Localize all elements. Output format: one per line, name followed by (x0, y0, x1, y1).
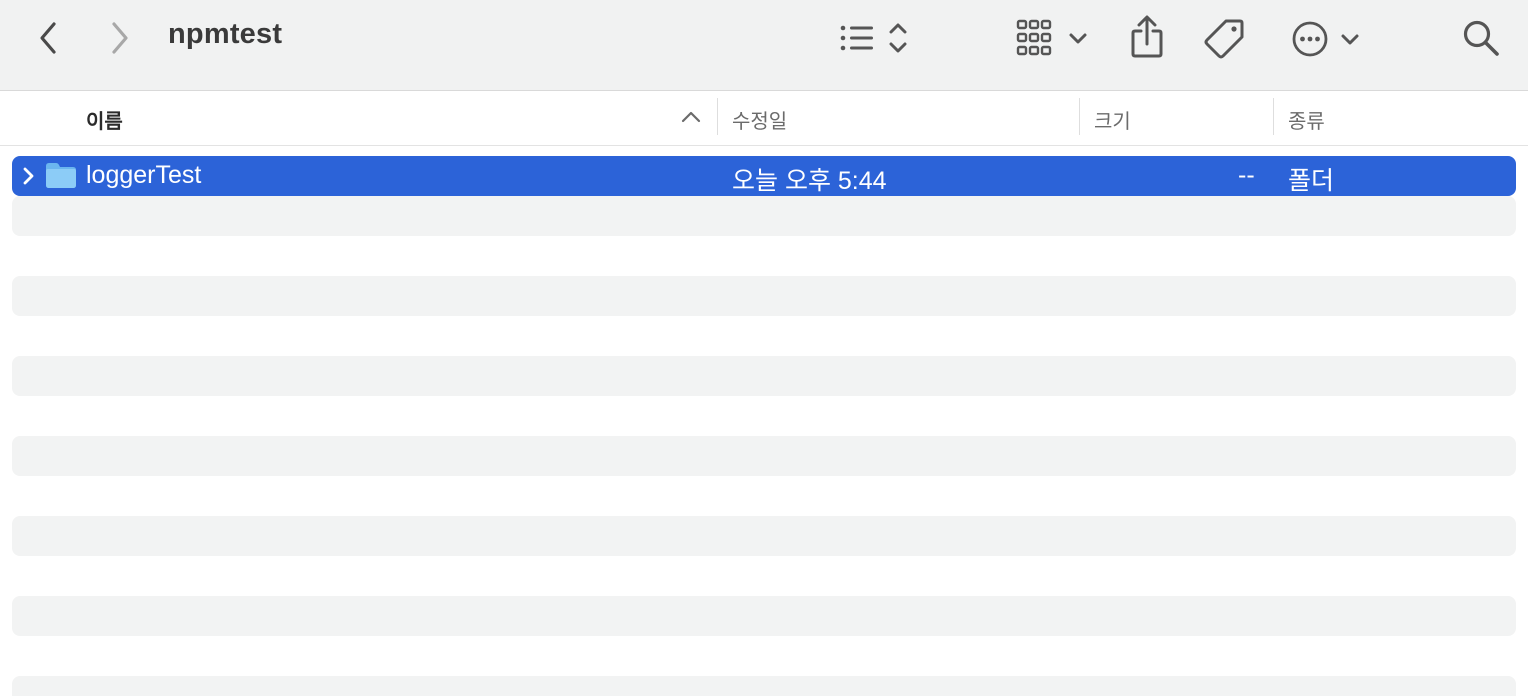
empty-row (12, 196, 1516, 236)
share-icon (1127, 14, 1167, 60)
folder-icon (45, 161, 77, 194)
back-button[interactable] (28, 17, 68, 59)
tag-icon (1204, 17, 1246, 59)
chevron-up-icon[interactable] (680, 110, 702, 129)
chevron-left-icon (36, 20, 60, 56)
grid-group-icon (1012, 18, 1092, 58)
empty-row (12, 436, 1516, 476)
empty-row (12, 516, 1516, 556)
empty-row (12, 396, 1516, 436)
window-title: npmtest (168, 18, 283, 50)
file-kind: 폴더 (1288, 167, 1335, 195)
search-icon (1461, 18, 1501, 58)
column-kind[interactable]: 종류 (1288, 105, 1325, 134)
more-actions-button[interactable] (1288, 14, 1364, 62)
empty-row (12, 276, 1516, 316)
file-size: -- (1238, 161, 1255, 189)
column-name[interactable]: 이름 (86, 105, 123, 134)
tag-button[interactable] (1202, 14, 1248, 62)
column-divider[interactable] (1273, 98, 1274, 135)
disclosure-chevron-icon[interactable] (22, 167, 36, 190)
file-modified: 오늘 오후 5:44 (732, 167, 887, 195)
empty-row (12, 596, 1516, 636)
column-modified[interactable]: 수정일 (732, 105, 787, 134)
share-button[interactable] (1124, 12, 1170, 62)
column-size[interactable]: 크기 (1094, 105, 1131, 134)
empty-row (12, 236, 1516, 276)
list-view-icon (832, 18, 916, 58)
column-divider[interactable] (717, 98, 718, 135)
file-list: loggerTest 오늘 오후 5:44 -- 폴더 (12, 156, 1516, 696)
column-divider[interactable] (1079, 98, 1080, 135)
empty-row (12, 676, 1516, 696)
column-header: 이름 수정일 크기 종류 (0, 91, 1528, 146)
toolbar: npmtest (0, 0, 1528, 91)
empty-row (12, 316, 1516, 356)
chevron-right-icon (108, 20, 132, 56)
view-options-button[interactable] (832, 16, 916, 60)
empty-row (12, 636, 1516, 676)
group-button[interactable] (1012, 16, 1092, 60)
ellipsis-circle-icon (1288, 16, 1364, 60)
empty-row (12, 356, 1516, 396)
empty-row (12, 556, 1516, 596)
file-row-loggerTest[interactable]: loggerTest 오늘 오후 5:44 -- 폴더 (12, 156, 1516, 196)
forward-button[interactable] (100, 17, 140, 59)
search-button[interactable] (1458, 16, 1504, 60)
empty-row (12, 476, 1516, 516)
file-name: loggerTest (86, 161, 202, 189)
